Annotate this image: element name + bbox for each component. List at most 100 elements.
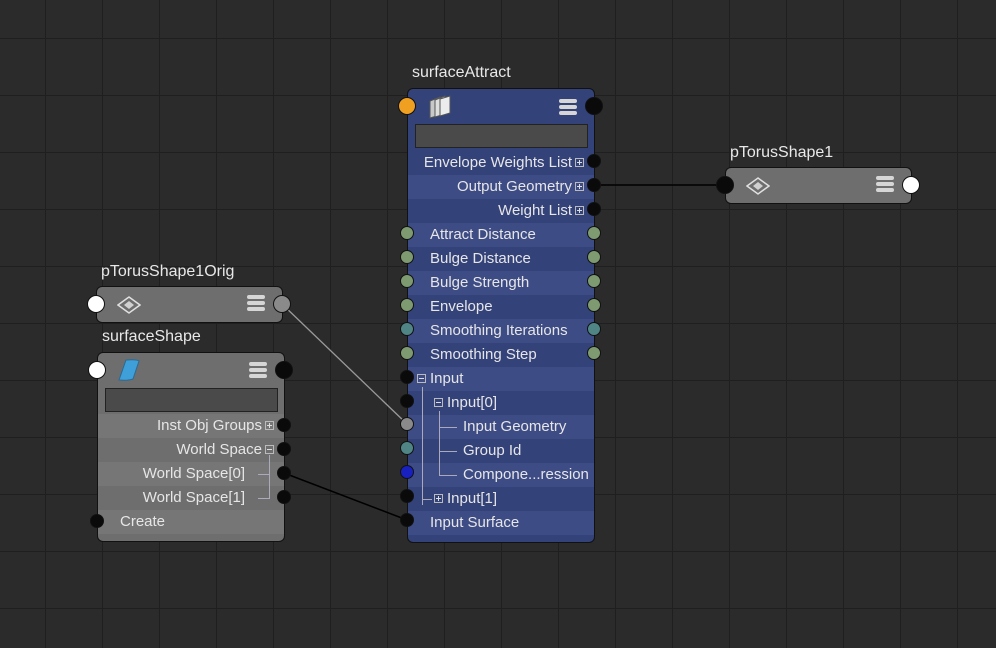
collapse-icon[interactable]: [434, 398, 443, 407]
surfaceshape-output-port[interactable]: [275, 361, 293, 379]
ptorusshape1-node[interactable]: [725, 167, 912, 204]
attr-row-input-surface[interactable]: Input Surface: [408, 511, 594, 535]
attr-row-smoothing-iterations[interactable]: Smoothing Iterations: [408, 319, 594, 343]
attr-label: Smoothing Iterations: [430, 322, 568, 339]
port-bulge-strength-in[interactable]: [400, 274, 414, 288]
tree-guide: [439, 451, 457, 452]
wire-ptorusshape1orig-to-input-geometry[interactable]: [281, 303, 408, 425]
ptorusshape1-output-port[interactable]: [902, 176, 920, 194]
ptorusshape1orig-output-port[interactable]: [273, 295, 291, 313]
attr-label: Compone...ression: [463, 466, 589, 483]
ptorusshape1-title: pTorusShape1: [730, 144, 834, 161]
port-envelope-weights-list-out[interactable]: [587, 154, 601, 168]
port-components-expression-in[interactable]: [400, 465, 414, 479]
attribute-display-menu-icon[interactable]: [876, 176, 894, 194]
attr-row-input-geometry[interactable]: Input Geometry: [408, 415, 594, 439]
deformer-icon: [426, 95, 452, 124]
tree-guide: [258, 474, 270, 475]
tree-guide: [269, 455, 270, 498]
attr-row-world-space-1[interactable]: World Space[1]: [98, 486, 284, 510]
attr-row-envelope[interactable]: Envelope: [408, 295, 594, 319]
attr-row-weight-list[interactable]: Weight List: [408, 199, 594, 223]
surfaceattract-output-port[interactable]: [585, 97, 603, 115]
port-bulge-distance-out[interactable]: [587, 250, 601, 264]
ptorusshape1orig-node[interactable]: [96, 286, 283, 323]
attribute-filter-field[interactable]: [415, 124, 588, 148]
ptorusshape1-input-port[interactable]: [716, 176, 734, 194]
attr-row-smoothing-step[interactable]: Smoothing Step: [408, 343, 594, 367]
nurbs-surface-icon: [118, 358, 140, 387]
attribute-display-menu-icon[interactable]: [249, 362, 267, 380]
collapse-icon[interactable]: [265, 445, 274, 454]
surfaceshape-node[interactable]: Inst Obj Groups World Space World Space[…: [97, 352, 285, 542]
ptorusshape1orig-input-port[interactable]: [87, 295, 105, 313]
port-smoothing-step-in[interactable]: [400, 346, 414, 360]
attr-row-attract-distance[interactable]: Attract Distance: [408, 223, 594, 247]
attr-label: Smoothing Step: [430, 346, 537, 363]
tree-guide: [439, 475, 457, 476]
attr-label: Create: [120, 513, 166, 530]
attr-label: Input[0]: [447, 394, 498, 411]
attr-row-bulge-strength[interactable]: Bulge Strength: [408, 271, 594, 295]
expand-icon[interactable]: [575, 206, 584, 215]
port-world-space-1-out[interactable]: [277, 490, 291, 504]
attr-label: Attract Distance: [430, 226, 536, 243]
surfaceshape-input-port[interactable]: [88, 361, 106, 379]
port-smoothing-step-out[interactable]: [587, 346, 601, 360]
surfaceattract-input-port-selected[interactable]: [398, 97, 416, 115]
attr-row-inst-obj-groups[interactable]: Inst Obj Groups: [98, 414, 284, 438]
expand-icon[interactable]: [434, 494, 443, 503]
port-world-space-out[interactable]: [277, 442, 291, 456]
attribute-display-menu-icon[interactable]: [247, 295, 265, 313]
attribute-filter-field[interactable]: [105, 388, 278, 412]
attr-row-create[interactable]: Create: [98, 510, 284, 534]
port-envelope-in[interactable]: [400, 298, 414, 312]
attr-row-group-id[interactable]: Group Id: [408, 439, 594, 463]
tree-guide: [439, 411, 440, 475]
port-inst-obj-groups-out[interactable]: [277, 418, 291, 432]
port-input-in[interactable]: [400, 370, 414, 384]
port-input-geometry-in[interactable]: [400, 417, 414, 431]
port-world-space-0-out[interactable]: [277, 466, 291, 480]
attr-row-world-space[interactable]: World Space: [98, 438, 284, 462]
port-group-id-in[interactable]: [400, 441, 414, 455]
surfaceattract-node[interactable]: Envelope Weights List Output Geometry We…: [407, 88, 595, 543]
port-bulge-distance-in[interactable]: [400, 250, 414, 264]
collapse-icon[interactable]: [417, 374, 426, 383]
attr-label: World Space[0]: [142, 465, 245, 482]
attr-label: Input Geometry: [463, 418, 567, 435]
port-envelope-out[interactable]: [587, 298, 601, 312]
expand-icon[interactable]: [575, 182, 584, 191]
ptorusshape1orig-title: pTorusShape1Orig: [101, 263, 235, 280]
wire-worldspace0-to-input-surface[interactable]: [283, 472, 408, 521]
port-smoothing-iterations-in[interactable]: [400, 322, 414, 336]
attr-label: Input[1]: [447, 490, 498, 507]
attr-label: World Space[1]: [142, 489, 245, 506]
attr-row-bulge-distance[interactable]: Bulge Distance: [408, 247, 594, 271]
attr-row-output-geometry[interactable]: Output Geometry: [408, 175, 594, 199]
attr-row-input-1[interactable]: Input[1]: [408, 487, 594, 511]
attr-row-input[interactable]: Input: [408, 367, 594, 391]
attr-label: Inst Obj Groups: [156, 417, 262, 434]
port-output-geometry-out[interactable]: [587, 178, 601, 192]
port-smoothing-iterations-out[interactable]: [587, 322, 601, 336]
attribute-display-menu-icon[interactable]: [559, 99, 577, 117]
tree-guide: [258, 498, 270, 499]
port-weight-list-out[interactable]: [587, 202, 601, 216]
attr-label: Group Id: [463, 442, 522, 459]
tree-guide: [422, 499, 432, 500]
port-bulge-strength-out[interactable]: [587, 274, 601, 288]
attr-label: World Space: [176, 441, 262, 458]
attr-row-input-0[interactable]: Input[0]: [408, 391, 594, 415]
port-input-surface-in[interactable]: [400, 513, 414, 527]
attr-row-envelope-weights-list[interactable]: Envelope Weights List: [408, 151, 594, 175]
port-create-in[interactable]: [90, 514, 104, 528]
attr-row-world-space-0[interactable]: World Space[0]: [98, 462, 284, 486]
expand-icon[interactable]: [575, 158, 584, 167]
port-input-1-in[interactable]: [400, 489, 414, 503]
expand-icon[interactable]: [265, 421, 274, 430]
port-attract-distance-in[interactable]: [400, 226, 414, 240]
attr-row-components-expression[interactable]: Compone...ression: [408, 463, 594, 487]
port-input-0-in[interactable]: [400, 394, 414, 408]
port-attract-distance-out[interactable]: [587, 226, 601, 240]
